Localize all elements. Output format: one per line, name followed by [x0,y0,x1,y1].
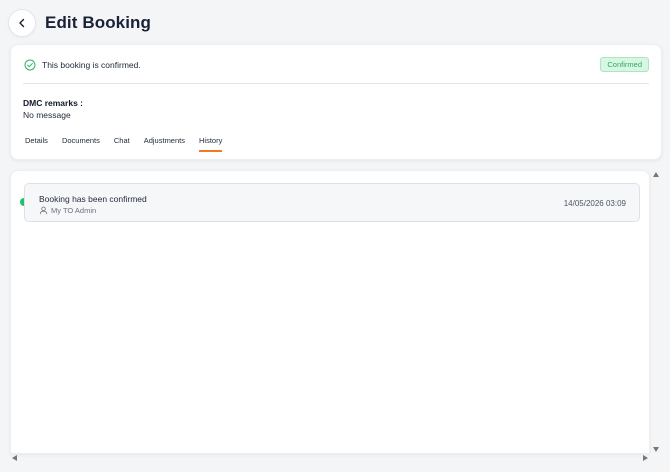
booking-summary-card: This booking is confirmed. Confirmed DMC… [10,44,662,160]
booking-status-row: This booking is confirmed. Confirmed [24,57,649,73]
remarks-label: DMC remarks : [23,98,83,108]
chevron-left-icon [19,18,25,28]
tab-adjustments[interactable]: Adjustments [144,136,185,152]
status-badge: Confirmed [600,57,649,72]
scrollbar-corner [650,454,662,464]
user-icon [39,206,48,215]
history-user-name: My TO Admin [51,206,97,215]
page-title: Edit Booking [45,13,152,32]
scroll-right-arrow-icon[interactable] [643,455,648,461]
vertical-scrollbar[interactable] [650,170,662,454]
history-title: Booking has been confirmed [39,194,147,204]
horizontal-scrollbar[interactable] [10,453,650,463]
scroll-left-arrow-icon[interactable] [12,455,17,461]
status-message: This booking is confirmed. [42,60,141,70]
history-item: Booking has been confirmed My TO Admin 1… [24,183,640,222]
back-button[interactable] [8,9,36,37]
tab-details[interactable]: Details [25,136,48,152]
tab-documents[interactable]: Documents [62,136,100,152]
history-panel: Booking has been confirmed My TO Admin 1… [10,170,650,454]
history-timestamp: 14/05/2026 03:09 [563,199,626,208]
divider [23,83,649,84]
booking-tabs: Details Documents Chat Adjustments Histo… [25,136,236,152]
check-circle-icon [24,59,36,71]
history-user: My TO Admin [39,206,96,215]
remarks-value: No message [23,110,71,120]
tab-history[interactable]: History [199,136,223,152]
tab-chat[interactable]: Chat [114,136,130,152]
page-header: Edit Booking [8,8,151,38]
scroll-down-arrow-icon[interactable] [653,447,659,452]
scroll-up-arrow-icon[interactable] [653,172,659,177]
